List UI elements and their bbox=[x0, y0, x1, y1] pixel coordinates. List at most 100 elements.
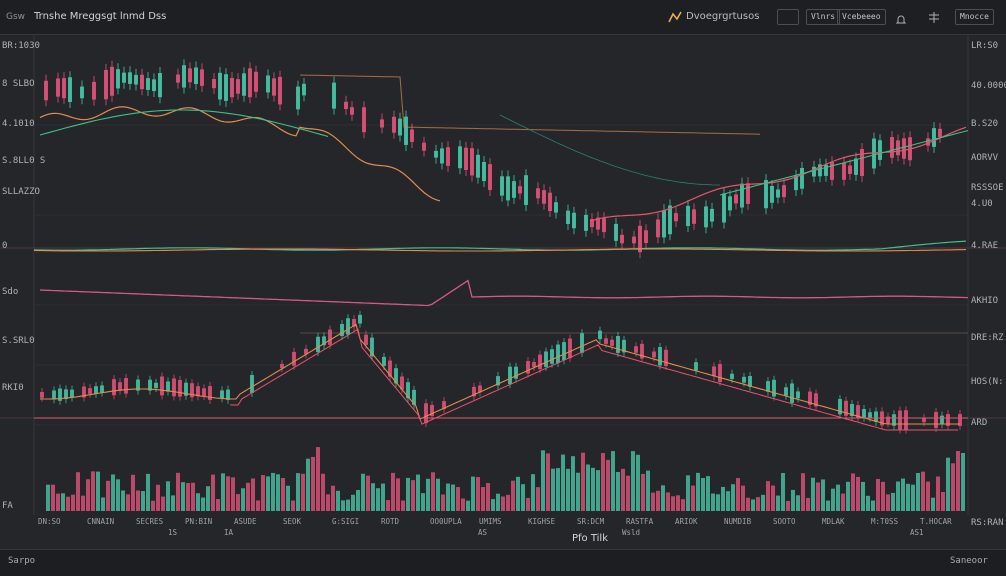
candle-body bbox=[128, 72, 132, 84]
volume-bar bbox=[626, 475, 630, 511]
candle-body bbox=[842, 162, 846, 180]
volume-bar bbox=[831, 488, 835, 511]
volume-bar bbox=[686, 475, 690, 511]
candle-body bbox=[812, 166, 816, 177]
right-axis-label: AKHIO bbox=[971, 296, 998, 306]
candle-body bbox=[250, 375, 254, 393]
candle-body bbox=[550, 349, 554, 364]
candle-body bbox=[140, 74, 144, 90]
candle-body bbox=[248, 68, 252, 98]
candle-body bbox=[344, 101, 348, 110]
candle-body bbox=[70, 389, 74, 398]
toolbar-button-menu[interactable]: Mnocce bbox=[955, 9, 994, 25]
volume-bar bbox=[581, 452, 585, 511]
indicator-green bbox=[33, 240, 967, 251]
volume-bar bbox=[736, 478, 740, 511]
volume-bar bbox=[366, 475, 370, 511]
volume-bar bbox=[826, 500, 830, 511]
volume-bar bbox=[566, 468, 570, 511]
volume-bar bbox=[726, 491, 730, 511]
volume-bar bbox=[601, 453, 605, 511]
volume-bar bbox=[551, 468, 555, 511]
volume-bar bbox=[611, 451, 615, 511]
volume-bar bbox=[536, 487, 540, 511]
candle-body bbox=[218, 72, 222, 100]
candle-body bbox=[80, 86, 84, 99]
volume-bar bbox=[921, 471, 925, 511]
volume-bar bbox=[586, 464, 590, 511]
time-axis-label: ARIOK bbox=[675, 517, 698, 526]
time-axis-sublabel: AS1 bbox=[910, 528, 924, 537]
volume-bar bbox=[481, 487, 485, 511]
volume-bar bbox=[456, 487, 460, 511]
volume-bar bbox=[256, 500, 260, 511]
candle-body bbox=[158, 73, 162, 98]
volume-bar bbox=[116, 479, 120, 511]
volume-bar bbox=[431, 472, 435, 511]
candle-body bbox=[632, 236, 636, 244]
candle-body bbox=[902, 138, 906, 159]
layout-icon[interactable] bbox=[927, 10, 941, 24]
toolbar-button-2[interactable]: Vlnrs bbox=[806, 9, 841, 25]
volume-bar bbox=[876, 478, 880, 511]
volume-bar bbox=[866, 495, 870, 511]
time-axis-label: ASUDE bbox=[234, 517, 257, 526]
time-axis-label: M:T0SS bbox=[871, 517, 899, 526]
volume-bar bbox=[911, 484, 915, 511]
toolbar-button-3[interactable]: Vcebeeeo bbox=[837, 9, 886, 25]
status-right: Saneoor bbox=[950, 556, 988, 566]
volume-bar bbox=[226, 476, 230, 511]
volume-bar bbox=[836, 484, 840, 511]
status-bar: Sarpo Saneoor bbox=[0, 549, 1006, 576]
candle-body bbox=[194, 67, 198, 85]
volume-bar bbox=[66, 496, 70, 511]
candle-body bbox=[302, 83, 306, 96]
candle-body bbox=[662, 210, 666, 238]
volume-bar bbox=[576, 472, 580, 511]
left-axis-label: SLLAZZO bbox=[2, 187, 40, 197]
toolbar-button-1[interactable] bbox=[777, 9, 799, 25]
candle-body bbox=[266, 75, 270, 93]
volume-bar bbox=[436, 478, 440, 511]
candle-body bbox=[500, 176, 504, 196]
volume-bar bbox=[746, 497, 750, 511]
volume-bar bbox=[546, 453, 550, 511]
volume-bar bbox=[616, 471, 620, 511]
candle-body bbox=[404, 116, 408, 145]
volume-bar bbox=[956, 451, 960, 511]
volume-bar bbox=[191, 482, 195, 511]
left-axis-label: 4.1010 bbox=[2, 119, 35, 129]
volume-bar bbox=[296, 473, 300, 511]
candle-body bbox=[434, 150, 438, 158]
candle-body bbox=[392, 116, 396, 133]
candle-body bbox=[254, 71, 258, 92]
volume-bar bbox=[71, 494, 75, 511]
volume-bar bbox=[891, 492, 895, 511]
candle-body bbox=[188, 68, 192, 83]
volume-bar bbox=[516, 476, 520, 511]
price-candles bbox=[44, 59, 942, 259]
volume-bar bbox=[376, 488, 380, 511]
right-axis-label: HOS(N: bbox=[971, 377, 1004, 387]
volume-bar bbox=[951, 463, 955, 511]
candle-body bbox=[410, 129, 414, 142]
time-axis-label: SECRES bbox=[136, 517, 164, 526]
indicator-pink bbox=[39, 279, 969, 307]
candle-body bbox=[542, 190, 546, 204]
chart-area[interactable]: BR:1030 8 SLBO 4.1010 S.8LL0 S SLLAZZO 0 Sdo S.… bbox=[0, 35, 1006, 549]
candle-body bbox=[710, 208, 714, 222]
candle-body bbox=[230, 77, 234, 98]
candle-body bbox=[940, 415, 944, 425]
left-axis-label: 0 bbox=[2, 241, 7, 251]
right-axis-label: 4.U0 bbox=[971, 199, 993, 209]
chart-canvas[interactable]: BR:1030 8 SLBO 4.1010 S.8LL0 S SLLAZZO 0 Sdo S.… bbox=[0, 35, 1006, 549]
volume-bar bbox=[901, 478, 905, 511]
candle-body bbox=[692, 209, 696, 224]
bell-icon[interactable] bbox=[895, 11, 907, 24]
time-axis-label: G:SIGI bbox=[332, 517, 359, 526]
candle-body bbox=[118, 382, 122, 391]
volume-bar bbox=[796, 495, 800, 511]
volume-bar bbox=[671, 496, 675, 511]
volume-bar bbox=[251, 478, 255, 511]
candle-body bbox=[292, 351, 296, 366]
